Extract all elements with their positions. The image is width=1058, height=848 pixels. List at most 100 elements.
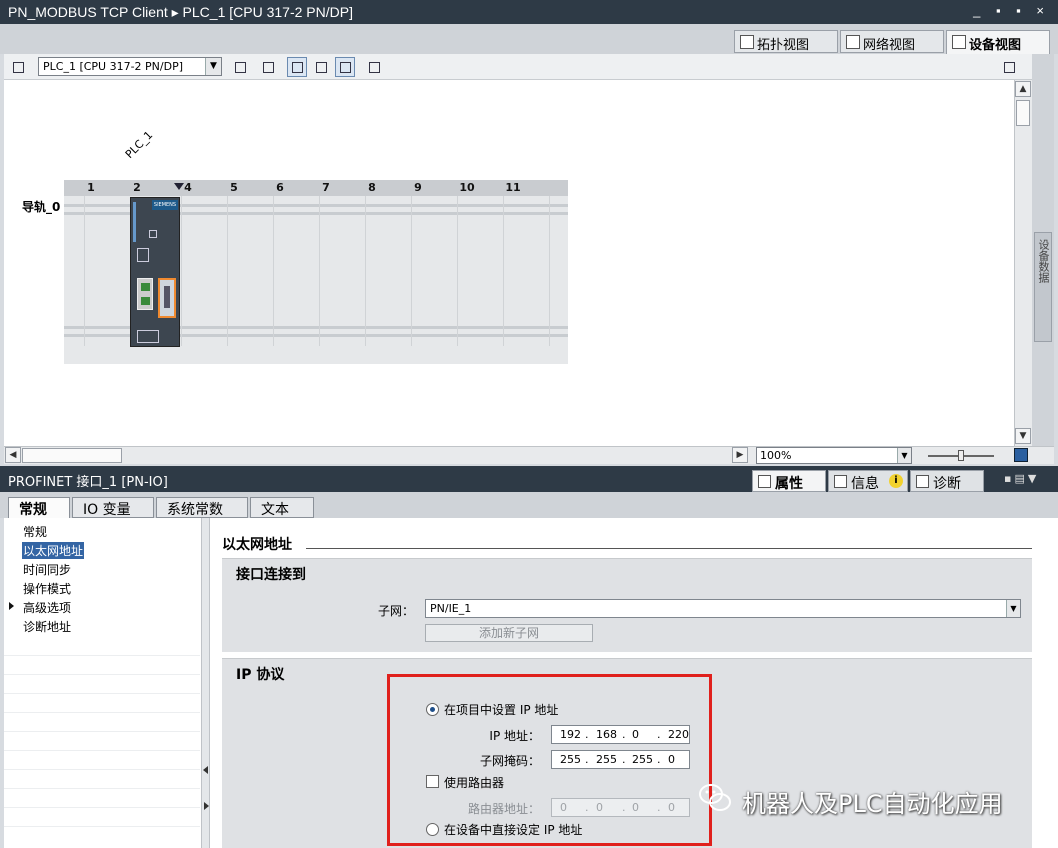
task-card-strip: 设备数据 — [1032, 54, 1054, 446]
slot-divider — [365, 196, 366, 346]
slot-divider — [227, 196, 228, 346]
device-view-toolbar: PLC_1 [CPU 317-2 PN/DP] ▼ — [4, 54, 1054, 80]
nav-item-ethernet-address[interactable]: 以太网地址 — [22, 542, 85, 559]
device-tree-button[interactable] — [8, 57, 28, 77]
overview-navigation-button[interactable] — [999, 57, 1019, 77]
highlight-box — [387, 674, 712, 846]
nav-item-general[interactable]: 常规 — [22, 523, 48, 540]
scroll-thumb[interactable] — [22, 448, 122, 463]
profinet-interface-port[interactable] — [158, 278, 176, 318]
tab-device-view[interactable]: 设备视图 — [946, 30, 1050, 54]
slot-number: 10 — [459, 181, 475, 194]
list-icon — [235, 62, 246, 73]
device-select-value: PLC_1 [CPU 317-2 PN/DP] — [43, 60, 184, 73]
window-controls[interactable]: _ ▪ ▪ × — [973, 3, 1050, 18]
title-bar: PN_MODBUS TCP Client ▸ PLC_1 [CPU 317-2 … — [0, 0, 1058, 24]
expand-arrow-icon[interactable] — [9, 602, 14, 610]
chevron-down-icon: ▼ — [897, 448, 911, 463]
slot-number: 2 — [133, 181, 141, 194]
slot-divider — [319, 196, 320, 346]
tab-label: 网络视图 — [863, 38, 916, 53]
watermark-text: 机器人及PLC自动化应用 — [742, 790, 1003, 818]
status-leds — [133, 202, 136, 242]
navigation-splitter[interactable] — [202, 518, 210, 848]
chevron-down-icon: ▼ — [205, 58, 221, 75]
grid-button[interactable] — [311, 57, 331, 77]
ethernet-ports — [137, 278, 153, 310]
dp-interface-icon — [137, 330, 159, 343]
mode-switch-icon — [149, 230, 157, 238]
scroll-thumb[interactable] — [1016, 100, 1030, 126]
cpu-module[interactable]: SIEMENS — [130, 197, 180, 347]
rail-label: 导轨_0 — [22, 200, 61, 214]
slot-number: 6 — [276, 181, 284, 194]
subtab-io-tags[interactable]: IO 变量 — [72, 497, 154, 518]
slot-divider — [84, 196, 85, 346]
chevron-down-icon: ▼ — [1006, 600, 1020, 617]
tab-network-view[interactable]: 网络视图 — [840, 30, 944, 53]
slot-divider — [503, 196, 504, 346]
zoom-value: 100% — [760, 449, 792, 462]
subtab-texts[interactable]: 文本 — [250, 497, 314, 518]
slot-number: 5 — [230, 181, 238, 194]
slot-number: 11 — [505, 181, 521, 194]
inspector-header: PROFINET 接口_1 [PN-IO] 属性 信息 i 诊断 ▪▤▼ — [0, 466, 1058, 492]
scroll-down-button[interactable]: ▼ — [1015, 428, 1031, 444]
slot-divider — [549, 196, 550, 346]
tab-info[interactable]: 信息 i — [828, 470, 908, 492]
tab-label: 拓扑视图 — [757, 38, 810, 53]
info-badge-icon: i — [889, 474, 903, 488]
network-icon — [846, 35, 860, 49]
page-break-button[interactable] — [335, 57, 355, 77]
properties-icon — [758, 475, 771, 488]
section-title: 以太网地址 — [222, 537, 292, 553]
zoom-slider[interactable] — [928, 450, 994, 461]
tab-topology-view[interactable]: 拓扑视图 — [734, 30, 838, 53]
group-title: 接口连接到 — [236, 567, 306, 583]
scroll-right-button[interactable]: ▶ — [732, 447, 748, 463]
property-navigation: 常规 以太网地址 时间同步 操作模式 高级选项 诊断地址 — [4, 518, 202, 848]
module-overview-button[interactable] — [230, 57, 250, 77]
diagnostics-icon — [916, 475, 929, 488]
slot-number: 9 — [414, 181, 422, 194]
view-toggle-button[interactable] — [287, 57, 307, 77]
vertical-scrollbar[interactable]: ▲ ▼ — [1014, 80, 1032, 446]
subnet-select[interactable]: PN/IE_1 ▼ — [425, 599, 1021, 618]
info-icon — [834, 475, 847, 488]
inspector-title: PROFINET 接口_1 [PN-IO] — [8, 475, 168, 490]
slot-divider — [411, 196, 412, 346]
rack-header: 1 2 4 5 6 7 8 9 10 11 — [64, 180, 568, 196]
subtab-system-constants[interactable]: 系统常数 — [156, 497, 248, 518]
subnet-value: PN/IE_1 — [430, 602, 472, 615]
collapse-left-icon[interactable] — [203, 766, 208, 774]
tab-diagnostics[interactable]: 诊断 — [910, 470, 984, 492]
show-names-button[interactable] — [258, 57, 278, 77]
name-icon — [263, 62, 274, 73]
zoom-select[interactable]: 100% ▼ — [756, 447, 912, 464]
zoom-button[interactable] — [364, 57, 384, 77]
fit-view-icon[interactable] — [1014, 448, 1028, 462]
topology-icon — [740, 35, 754, 49]
zoom-in-icon — [369, 62, 380, 73]
subnet-label: 子网： — [377, 604, 414, 618]
nav-item-diagnostic-address[interactable]: 诊断地址 — [22, 618, 72, 635]
property-subtabs: 常规 IO 变量 系统常数 文本 — [0, 492, 1058, 518]
device-select[interactable]: PLC_1 [CPU 317-2 PN/DP] ▼ — [38, 57, 222, 76]
zoom-slider-handle[interactable] — [958, 450, 964, 461]
nav-item-operating-mode[interactable]: 操作模式 — [22, 580, 72, 597]
add-new-subnet-button[interactable]: 添加新子网 — [425, 624, 593, 642]
nav-item-time-sync[interactable]: 时间同步 — [22, 561, 72, 578]
page-icon — [340, 62, 351, 73]
nav-item-advanced-options[interactable]: 高级选项 — [22, 599, 72, 616]
horizontal-scrollbar-row: ◀ ▶ 100% ▼ — [4, 446, 1054, 464]
slot-divider — [181, 196, 182, 346]
tree-icon — [13, 62, 24, 73]
scroll-up-button[interactable]: ▲ — [1015, 81, 1031, 97]
scroll-left-button[interactable]: ◀ — [5, 447, 21, 463]
insert-marker-icon — [174, 183, 184, 190]
expand-right-icon[interactable] — [204, 802, 209, 810]
subtab-general[interactable]: 常规 — [8, 497, 70, 518]
device-data-tab[interactable]: 设备数据 — [1034, 232, 1052, 342]
tab-properties[interactable]: 属性 — [752, 470, 826, 492]
panel-controls[interactable]: ▪▤▼ — [1004, 472, 1039, 485]
